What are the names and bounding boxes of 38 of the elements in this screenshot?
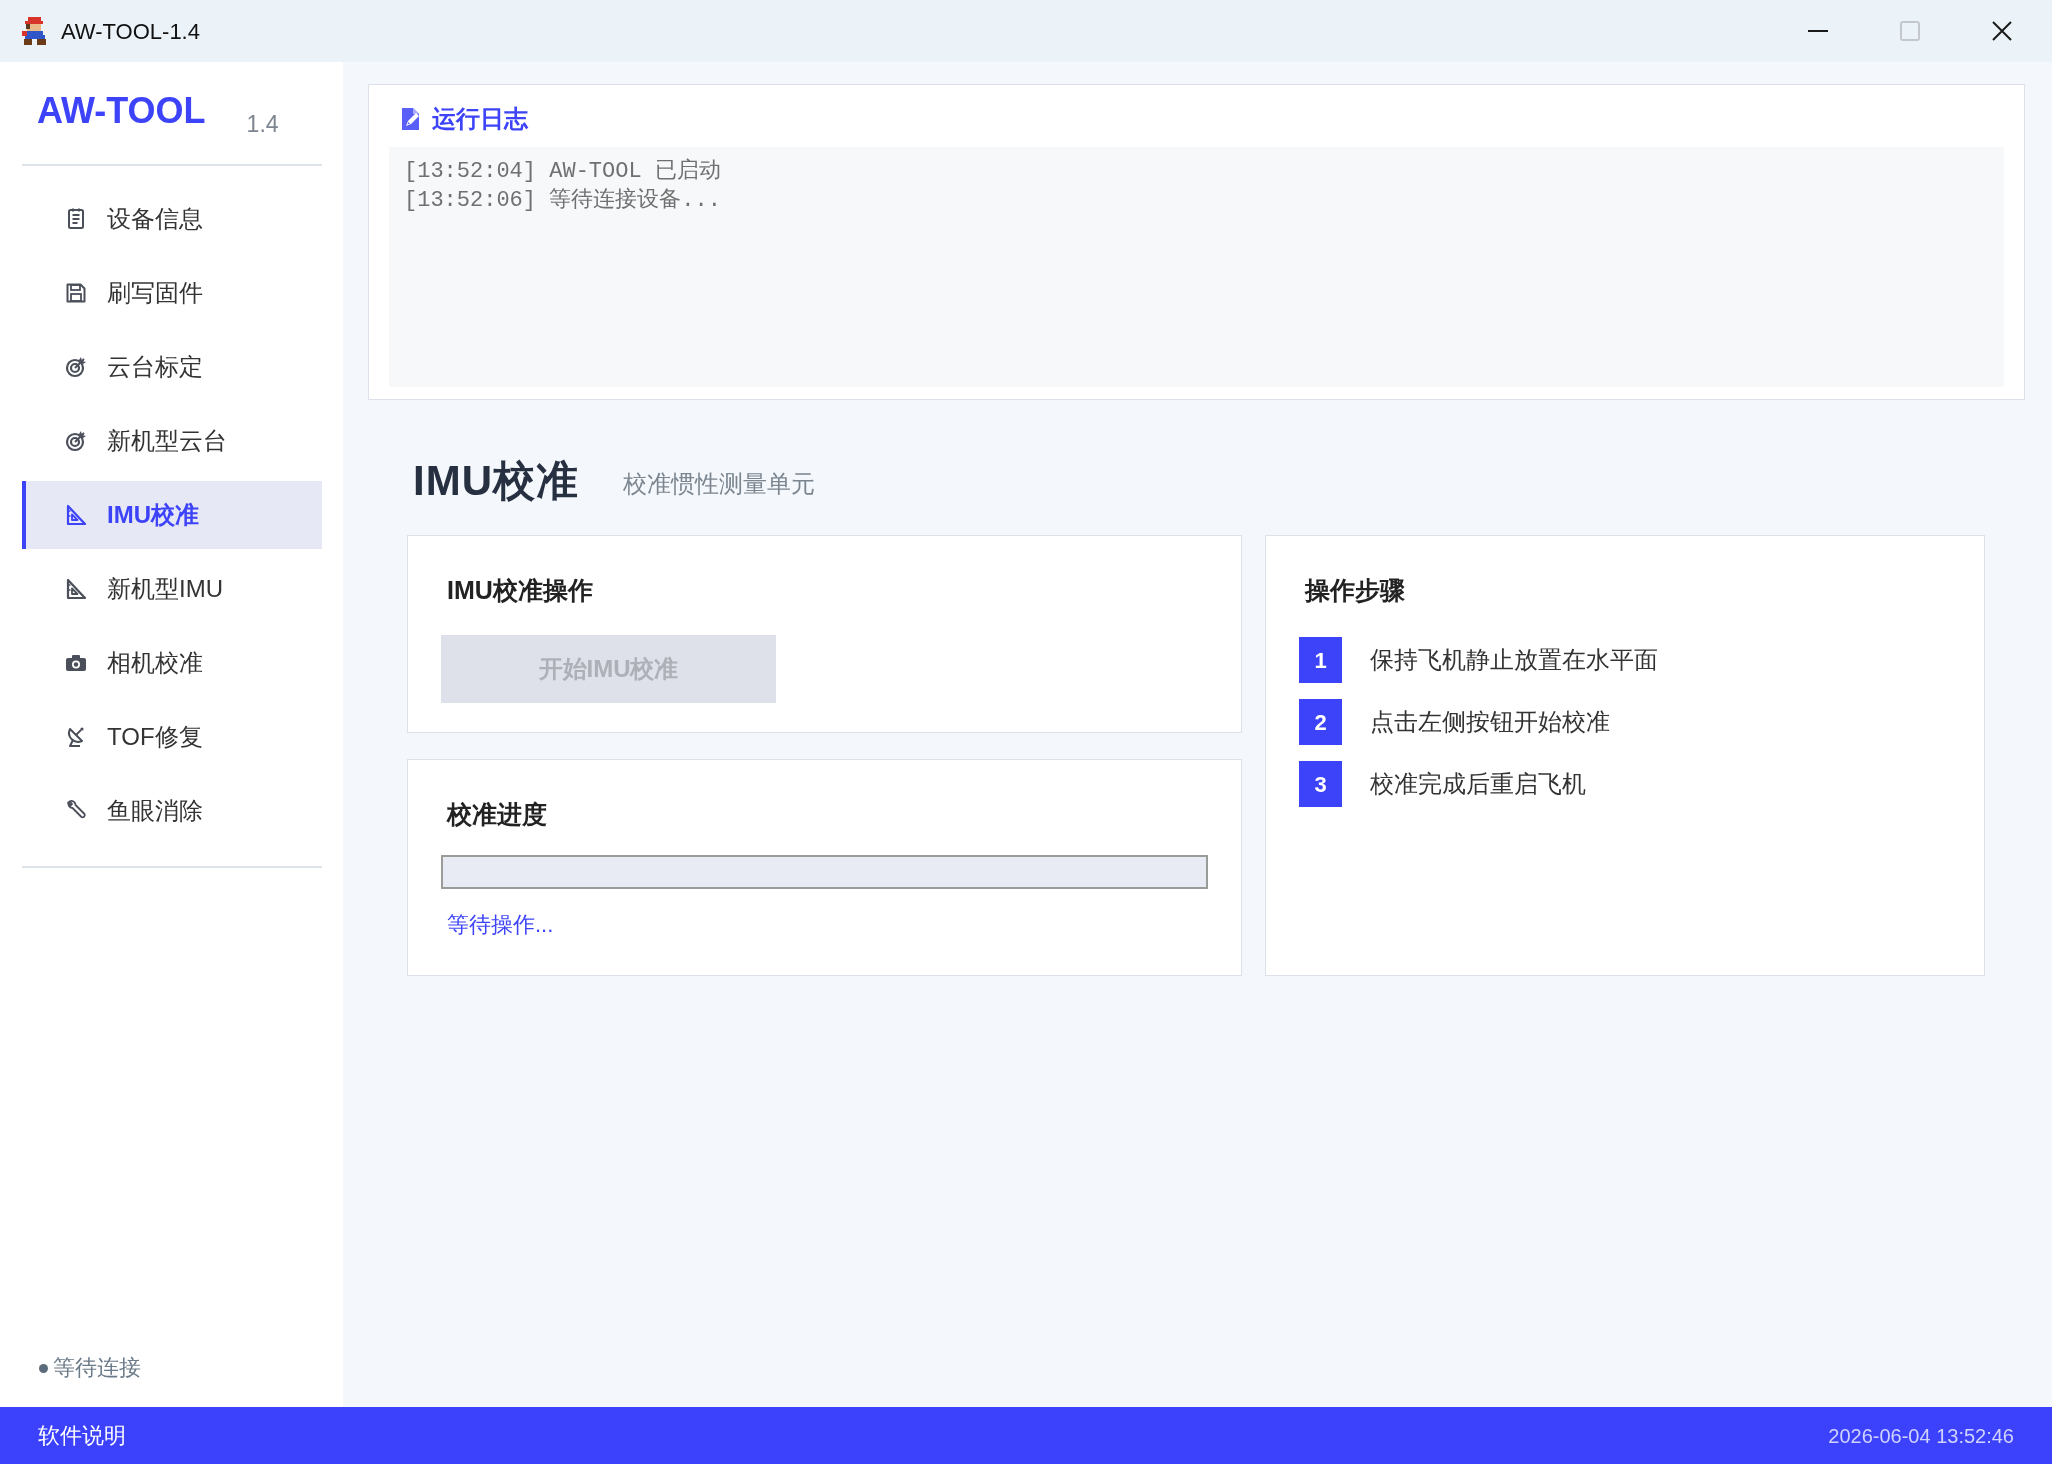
version-label: 1.4 [246,111,279,137]
sidebar-item[interactable]: IMU校准 [22,481,322,549]
sidebar-item[interactable]: 设备信息 [22,185,322,253]
card-title: 操作步骤 [1305,575,1405,605]
sidebar-item[interactable]: TOF修复 [22,703,322,771]
step-number: 3 [1299,761,1342,807]
step-text: 保持飞机静止放置在水平面 [1370,645,1658,675]
target-icon [64,429,88,453]
log-title: 运行日志 [432,104,528,134]
page-subtitle: 校准惯性测量单元 [623,469,815,499]
page-title: IMU校准 [413,456,579,506]
window-title: AW-TOOL-1.4 [61,17,200,46]
date-time: 2026-06-04 13:52:46 [1828,1423,2014,1449]
character-icon [22,17,48,45]
sidebar-item[interactable]: 云台标定 [22,333,322,401]
sidebar-item[interactable]: 新机型云台 [22,407,322,475]
minimize-icon [1808,30,1828,32]
close-icon [1992,21,2012,41]
step-text: 点击左侧按钮开始校准 [1370,707,1610,737]
log-line: [13:52:06] 等待连接设备... [404,186,721,215]
app-brand: AW-TOOL [37,89,206,133]
log-line: [13:52:04] AW-TOOL 已启动 [404,157,721,186]
triangle-ruler-icon [64,503,88,527]
step-number: 1 [1299,637,1342,683]
target-icon [64,355,88,379]
sidebar-item[interactable]: 鱼眼消除 [22,777,322,845]
maximize-icon [1900,21,1920,41]
card-title: IMU校准操作 [447,575,593,605]
sidebar-item[interactable]: 相机校准 [22,629,322,697]
connection-status: 等待连接 [53,1355,141,1381]
sidebar-item[interactable]: 新机型IMU [22,555,322,623]
card-title: 校准进度 [447,799,547,829]
step-number: 2 [1299,699,1342,745]
progress-status: 等待操作... [447,911,554,939]
help-link[interactable]: 软件说明 [38,1419,126,1452]
triangle-ruler-icon [64,577,88,601]
step-text: 校准完成后重启飞机 [1370,769,1586,799]
sidebar-item[interactable]: 刷写固件 [22,259,322,327]
